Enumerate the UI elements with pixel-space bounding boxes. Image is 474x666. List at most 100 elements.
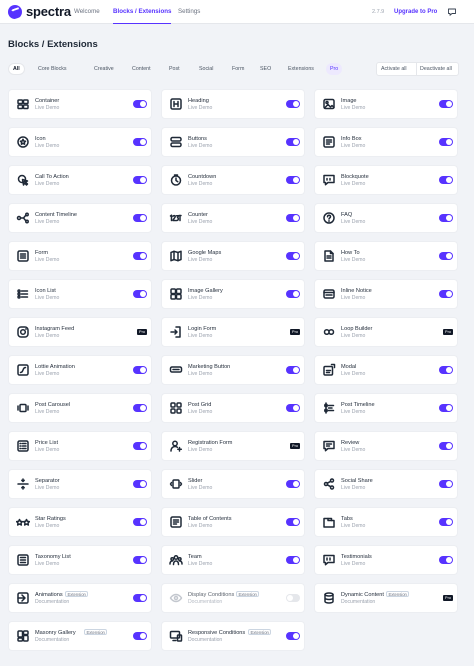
nav-settings[interactable]: Settings	[178, 0, 200, 24]
toggle-post-grid[interactable]	[286, 404, 300, 412]
live-demo-link[interactable]: Live Demo	[188, 143, 212, 149]
nav-blocks-extensions[interactable]: Blocks / Extensions	[113, 0, 172, 24]
live-demo-link[interactable]: Live Demo	[35, 447, 59, 453]
live-demo-link[interactable]: Live Demo	[341, 409, 365, 415]
filter-extensions[interactable]: Extensions	[284, 63, 318, 75]
documentation-link[interactable]: Documentation	[341, 599, 375, 605]
toggle-counter[interactable]	[286, 214, 300, 222]
documentation-link[interactable]: Documentation	[35, 599, 69, 605]
live-demo-link[interactable]: Live Demo	[188, 181, 212, 187]
filter-creative[interactable]: Creative	[90, 63, 118, 75]
live-demo-link[interactable]: Live Demo	[35, 143, 59, 149]
filter-social[interactable]: Social	[195, 63, 217, 75]
toggle-social-share[interactable]	[439, 480, 453, 488]
live-demo-link[interactable]: Live Demo	[188, 333, 212, 339]
filter-all[interactable]: All	[8, 63, 25, 75]
live-demo-link[interactable]: Live Demo	[35, 333, 59, 339]
live-demo-link[interactable]: Live Demo	[188, 523, 212, 529]
live-demo-link[interactable]: Live Demo	[188, 485, 212, 491]
toggle-masonry-gallery[interactable]	[133, 632, 147, 640]
live-demo-link[interactable]: Live Demo	[341, 181, 365, 187]
live-demo-link[interactable]: Live Demo	[35, 371, 59, 377]
filter-content[interactable]: Content	[128, 63, 155, 75]
brand-name[interactable]: spectra	[26, 4, 71, 19]
live-demo-link[interactable]: Live Demo	[188, 447, 212, 453]
toggle-faq[interactable]	[439, 214, 453, 222]
spectra-logo-icon[interactable]	[8, 5, 22, 19]
live-demo-link[interactable]: Live Demo	[35, 105, 59, 111]
live-demo-link[interactable]: Live Demo	[341, 523, 365, 529]
live-demo-link[interactable]: Live Demo	[188, 105, 212, 111]
live-demo-link[interactable]: Live Demo	[341, 105, 365, 111]
toggle-tabs[interactable]	[439, 518, 453, 526]
live-demo-link[interactable]: Live Demo	[35, 409, 59, 415]
toggle-separator[interactable]	[133, 480, 147, 488]
toggle-slider[interactable]	[286, 480, 300, 488]
live-demo-link[interactable]: Live Demo	[188, 371, 212, 377]
filter-form[interactable]: Form	[228, 63, 248, 75]
live-demo-link[interactable]: Live Demo	[341, 295, 365, 301]
toggle-display-conditions[interactable]	[286, 594, 300, 602]
toggle-blockquote[interactable]	[439, 176, 453, 184]
toggle-inline-notice[interactable]	[439, 290, 453, 298]
live-demo-link[interactable]: Live Demo	[35, 485, 59, 491]
filter-post[interactable]: Post	[165, 63, 184, 75]
live-demo-link[interactable]: Live Demo	[188, 219, 212, 225]
activate-all-button[interactable]: Activate all	[381, 63, 407, 75]
toggle-call-to-action[interactable]	[133, 176, 147, 184]
toggle-icon[interactable]	[133, 138, 147, 146]
toggle-content-timeline[interactable]	[133, 214, 147, 222]
toggle-post-carousel[interactable]	[133, 404, 147, 412]
upgrade-to-pro-link[interactable]: Upgrade to Pro	[394, 9, 437, 15]
deactivate-all-button[interactable]: Deactivate all	[420, 63, 452, 75]
documentation-link[interactable]: Documentation	[35, 637, 69, 643]
toggle-table-of-contents[interactable]	[286, 518, 300, 526]
toggle-team[interactable]	[286, 556, 300, 564]
live-demo-link[interactable]: Live Demo	[188, 561, 212, 567]
toggle-countdown[interactable]	[286, 176, 300, 184]
documentation-link[interactable]: Documentation	[188, 637, 222, 643]
live-demo-link[interactable]: Live Demo	[35, 257, 59, 263]
live-demo-link[interactable]: Live Demo	[341, 447, 365, 453]
live-demo-link[interactable]: Live Demo	[188, 295, 212, 301]
toggle-testimonials[interactable]	[439, 556, 453, 564]
notification-icon[interactable]	[447, 7, 457, 17]
live-demo-link[interactable]: Live Demo	[341, 143, 365, 149]
toggle-lottie-animation[interactable]	[133, 366, 147, 374]
live-demo-link[interactable]: Live Demo	[341, 257, 365, 263]
live-demo-link[interactable]: Live Demo	[35, 295, 59, 301]
toggle-animations[interactable]	[133, 594, 147, 602]
toggle-modal[interactable]	[439, 366, 453, 374]
toggle-responsive-conditions[interactable]	[286, 632, 300, 640]
live-demo-link[interactable]: Live Demo	[188, 257, 212, 263]
nav-welcome[interactable]: Welcome	[74, 0, 100, 24]
live-demo-link[interactable]: Live Demo	[341, 561, 365, 567]
live-demo-link[interactable]: Live Demo	[35, 523, 59, 529]
filter-seo[interactable]: SEO	[256, 63, 275, 75]
live-demo-link[interactable]: Live Demo	[341, 333, 365, 339]
toggle-icon-list[interactable]	[133, 290, 147, 298]
toggle-review[interactable]	[439, 442, 453, 450]
toggle-form[interactable]	[133, 252, 147, 260]
live-demo-link[interactable]: Live Demo	[35, 181, 59, 187]
toggle-container[interactable]	[133, 100, 147, 108]
toggle-how-to[interactable]	[439, 252, 453, 260]
toggle-image[interactable]	[439, 100, 453, 108]
toggle-taxonomy-list[interactable]	[133, 556, 147, 564]
filter-pro[interactable]: Pro	[326, 63, 343, 75]
toggle-post-timeline[interactable]	[439, 404, 453, 412]
live-demo-link[interactable]: Live Demo	[35, 219, 59, 225]
documentation-link[interactable]: Documentation	[188, 599, 222, 605]
toggle-marketing-button[interactable]	[286, 366, 300, 374]
toggle-image-gallery[interactable]	[286, 290, 300, 298]
live-demo-link[interactable]: Live Demo	[35, 561, 59, 567]
filter-core-blocks[interactable]: Core Blocks	[34, 63, 71, 75]
toggle-star-ratings[interactable]	[133, 518, 147, 526]
toggle-google-maps[interactable]	[286, 252, 300, 260]
live-demo-link[interactable]: Live Demo	[341, 371, 365, 377]
live-demo-link[interactable]: Live Demo	[341, 485, 365, 491]
toggle-heading[interactable]	[286, 100, 300, 108]
toggle-price-list[interactable]	[133, 442, 147, 450]
toggle-buttons[interactable]	[286, 138, 300, 146]
live-demo-link[interactable]: Live Demo	[341, 219, 365, 225]
